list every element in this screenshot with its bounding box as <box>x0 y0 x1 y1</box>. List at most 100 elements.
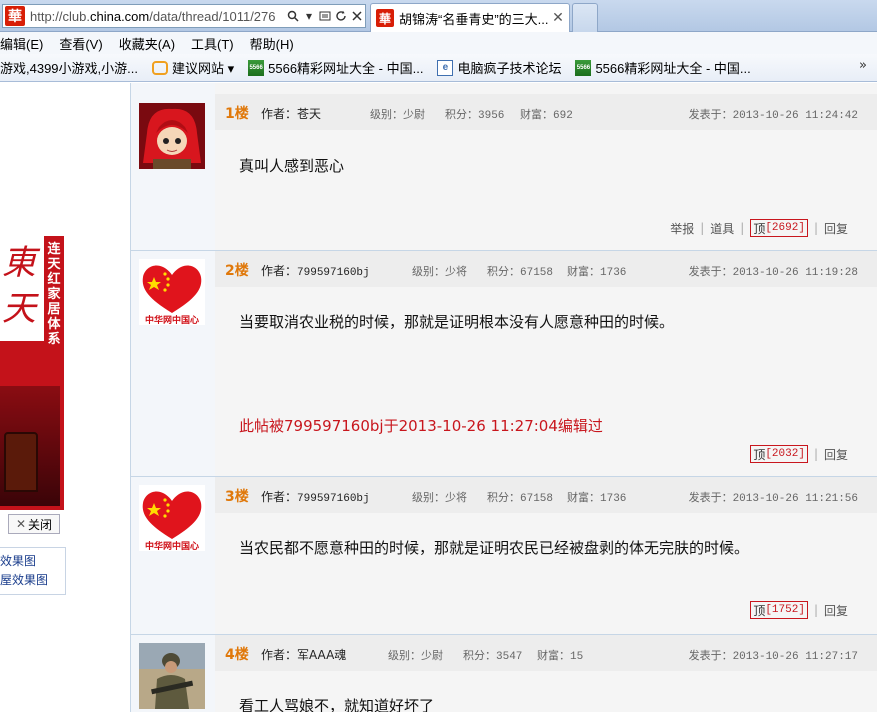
menu-bar: 编辑(E) 查看(V) 收藏夹(A) 工具(T) 帮助(H) <box>0 32 877 54</box>
post-3-sidebar: 中华网中国心 <box>131 477 215 634</box>
post-actions: 顶 [2032] | 回复 <box>750 445 848 463</box>
ding-count: [1752] <box>765 604 805 616</box>
post-wealth: 财富：692 <box>520 110 573 122</box>
address-bar[interactable]: 華 http://club.china.com/data/thread/1011… <box>2 4 366 28</box>
favorite-5566-b-label: 5566精彩网址大全 - 中国... <box>595 61 751 76</box>
separator: | <box>813 447 818 461</box>
post-author: 作者：军AAA魂 <box>261 646 346 663</box>
close-icon: ✕ <box>15 517 27 531</box>
reply-link[interactable]: 回复 <box>824 602 848 619</box>
url-path: /data/thread/1011/276 <box>149 8 276 24</box>
post-2-sidebar: 中华网中国心 <box>131 251 215 476</box>
favorite-5566-b[interactable]: 5566 5566精彩网址大全 - 中国... <box>575 58 751 77</box>
url-text[interactable]: http://club.china.com/data/thread/1011/2… <box>30 9 285 24</box>
post-time: 发表于：2013-10-26 11:21:56 <box>688 493 858 505</box>
ad-close-button[interactable]: ✕ 关闭 <box>8 514 60 534</box>
ding-label: 顶 <box>753 603 766 618</box>
post-4-sidebar <box>131 635 215 712</box>
author-name[interactable]: 苍天 <box>297 107 321 121</box>
post-points: 积分：67158 <box>487 267 554 279</box>
post-floor[interactable]: 4楼 <box>225 644 249 664</box>
tab-active[interactable]: 華 胡锦涛“名垂青史”的三大... ✕ <box>370 3 570 32</box>
favorites-more-icon[interactable]: » <box>859 58 867 73</box>
post-wealth: 财富：1736 <box>567 493 627 505</box>
browser-titlebar: 華 http://club.china.com/data/thread/1011… <box>0 0 877 32</box>
post-body: 真叫人感到恶心 <box>239 157 345 175</box>
ding-count: [2032] <box>765 448 805 460</box>
side-link-house-effect[interactable]: 屋效果图 <box>0 571 65 590</box>
post-body: 当农民都不愿意种田的时候，那就是证明农民已经被盘剥的体无完肤的时候。 <box>239 539 750 557</box>
post-points: 积分：3956 <box>445 110 505 122</box>
post-points: 积分：3547 <box>463 651 523 663</box>
post-floor[interactable]: 3楼 <box>225 486 249 506</box>
ad-close-label: 关闭 <box>28 517 53 532</box>
reply-link[interactable]: 回复 <box>824 220 848 237</box>
favorite-suggested-sites[interactable]: 建议网站 ▾ <box>151 58 235 77</box>
favorite-5566-a[interactable]: 5566 5566精彩网址大全 - 中国... <box>248 58 423 77</box>
refresh-icon[interactable] <box>334 8 348 24</box>
author-label: 作者： <box>261 648 298 662</box>
menu-help[interactable]: 帮助(H) <box>242 34 302 53</box>
url-prefix: http://club. <box>30 8 90 24</box>
avatar[interactable]: 中华网中国心 <box>139 259 205 325</box>
ding-label: 顶 <box>753 221 766 236</box>
site-favicon-icon: 華 <box>5 6 25 26</box>
post-3-content: 3楼 作者：799597160bj 级别：少将 积分：67158 财富：1736… <box>215 477 877 634</box>
post-3-header: 3楼 作者：799597160bj 级别：少将 积分：67158 财富：1736… <box>215 477 877 513</box>
favorites-bar: 游戏,4399小游戏,小游... 建议网站 ▾ 5566 5566精彩网址大全 -… <box>0 54 877 82</box>
favorite-4399[interactable]: 游戏,4399小游戏,小游... <box>0 58 138 77</box>
ding-button[interactable]: 顶 [1752] <box>750 601 808 619</box>
post-rank: 级别：少尉 <box>388 651 443 663</box>
side-ad-banner[interactable]: 東天 连天红家居体系 <box>0 236 64 510</box>
ding-button[interactable]: 顶 [2692] <box>750 219 808 237</box>
tab-close-icon[interactable]: ✕ <box>550 10 566 26</box>
post-4: 4楼 作者：军AAA魂 级别：少尉 积分：3547 财富：15 发表于：2013… <box>131 635 877 712</box>
stop-icon[interactable] <box>350 8 364 24</box>
post-floor[interactable]: 2楼 <box>225 260 249 280</box>
ding-label: 顶 <box>753 447 766 462</box>
avatar-badge: 中华网中国心 <box>144 316 199 325</box>
pc-icon: e <box>437 59 454 76</box>
post-2: 中华网中国心 2楼 作者：799597160bj 级别：少将 积分：67158 … <box>131 251 877 477</box>
author-label: 作者： <box>261 107 298 121</box>
author-name[interactable]: 799597160bj <box>297 493 370 505</box>
menu-favorites[interactable]: 收藏夹(A) <box>111 34 183 53</box>
new-tab-button[interactable] <box>572 3 598 32</box>
favorite-pc-forum[interactable]: e 电脑疯子技术论坛 <box>437 58 561 77</box>
post-1-header: 1楼 作者：苍天 级别：少尉 积分：3956 财富：692 发表于：2013-1… <box>215 94 877 130</box>
post-rank: 级别：少将 <box>412 493 467 505</box>
compat-view-icon[interactable] <box>318 8 332 24</box>
reply-link[interactable]: 回复 <box>824 446 848 463</box>
ding-button[interactable]: 顶 [2032] <box>750 445 808 463</box>
avatar-badge: 中华网中国心 <box>144 542 199 551</box>
tools-link[interactable]: 道具 <box>710 220 734 237</box>
post-author: 作者：苍天 <box>261 105 321 122</box>
post-2-content: 2楼 作者：799597160bj 级别：少将 积分：67158 财富：1736… <box>215 251 877 476</box>
menu-view[interactable]: 查看(V) <box>51 34 110 53</box>
dropdown-arrow-icon[interactable]: ▾ <box>302 8 316 24</box>
post-time: 发表于：2013-10-26 11:24:42 <box>688 110 858 122</box>
post-floor[interactable]: 1楼 <box>225 103 249 123</box>
report-link[interactable]: 举报 <box>670 220 694 237</box>
author-name[interactable]: 799597160bj <box>297 267 370 279</box>
author-name[interactable]: 军AAA魂 <box>297 648 346 662</box>
thread-list: 1楼 作者：苍天 级别：少尉 积分：3956 财富：692 发表于：2013-1… <box>130 83 877 712</box>
avatar[interactable] <box>139 643 205 709</box>
search-icon[interactable] <box>286 8 300 24</box>
author-label: 作者： <box>261 264 298 278</box>
tab-favicon-icon: 華 <box>376 9 394 27</box>
avatar[interactable] <box>139 103 205 169</box>
post-actions: 顶 [1752] | 回复 <box>750 601 848 619</box>
favorite-suggested-label: 建议网站 ▾ <box>171 61 235 76</box>
side-link-effect[interactable]: 效果图 <box>0 552 65 571</box>
ad-logo-area: 東天 <box>0 236 44 341</box>
5566-icon: 5566 <box>575 59 592 76</box>
post-4-header: 4楼 作者：军AAA魂 级别：少尉 积分：3547 财富：15 发表于：2013… <box>215 635 877 671</box>
menu-tools[interactable]: 工具(T) <box>183 34 242 53</box>
menu-edit[interactable]: 编辑(E) <box>0 34 51 53</box>
suggest-icon <box>151 60 168 75</box>
post-time: 发表于：2013-10-26 11:19:28 <box>688 267 858 279</box>
avatar[interactable]: 中华网中国心 <box>139 485 205 551</box>
url-domain: china.com <box>89 8 150 24</box>
separator: | <box>700 221 705 235</box>
